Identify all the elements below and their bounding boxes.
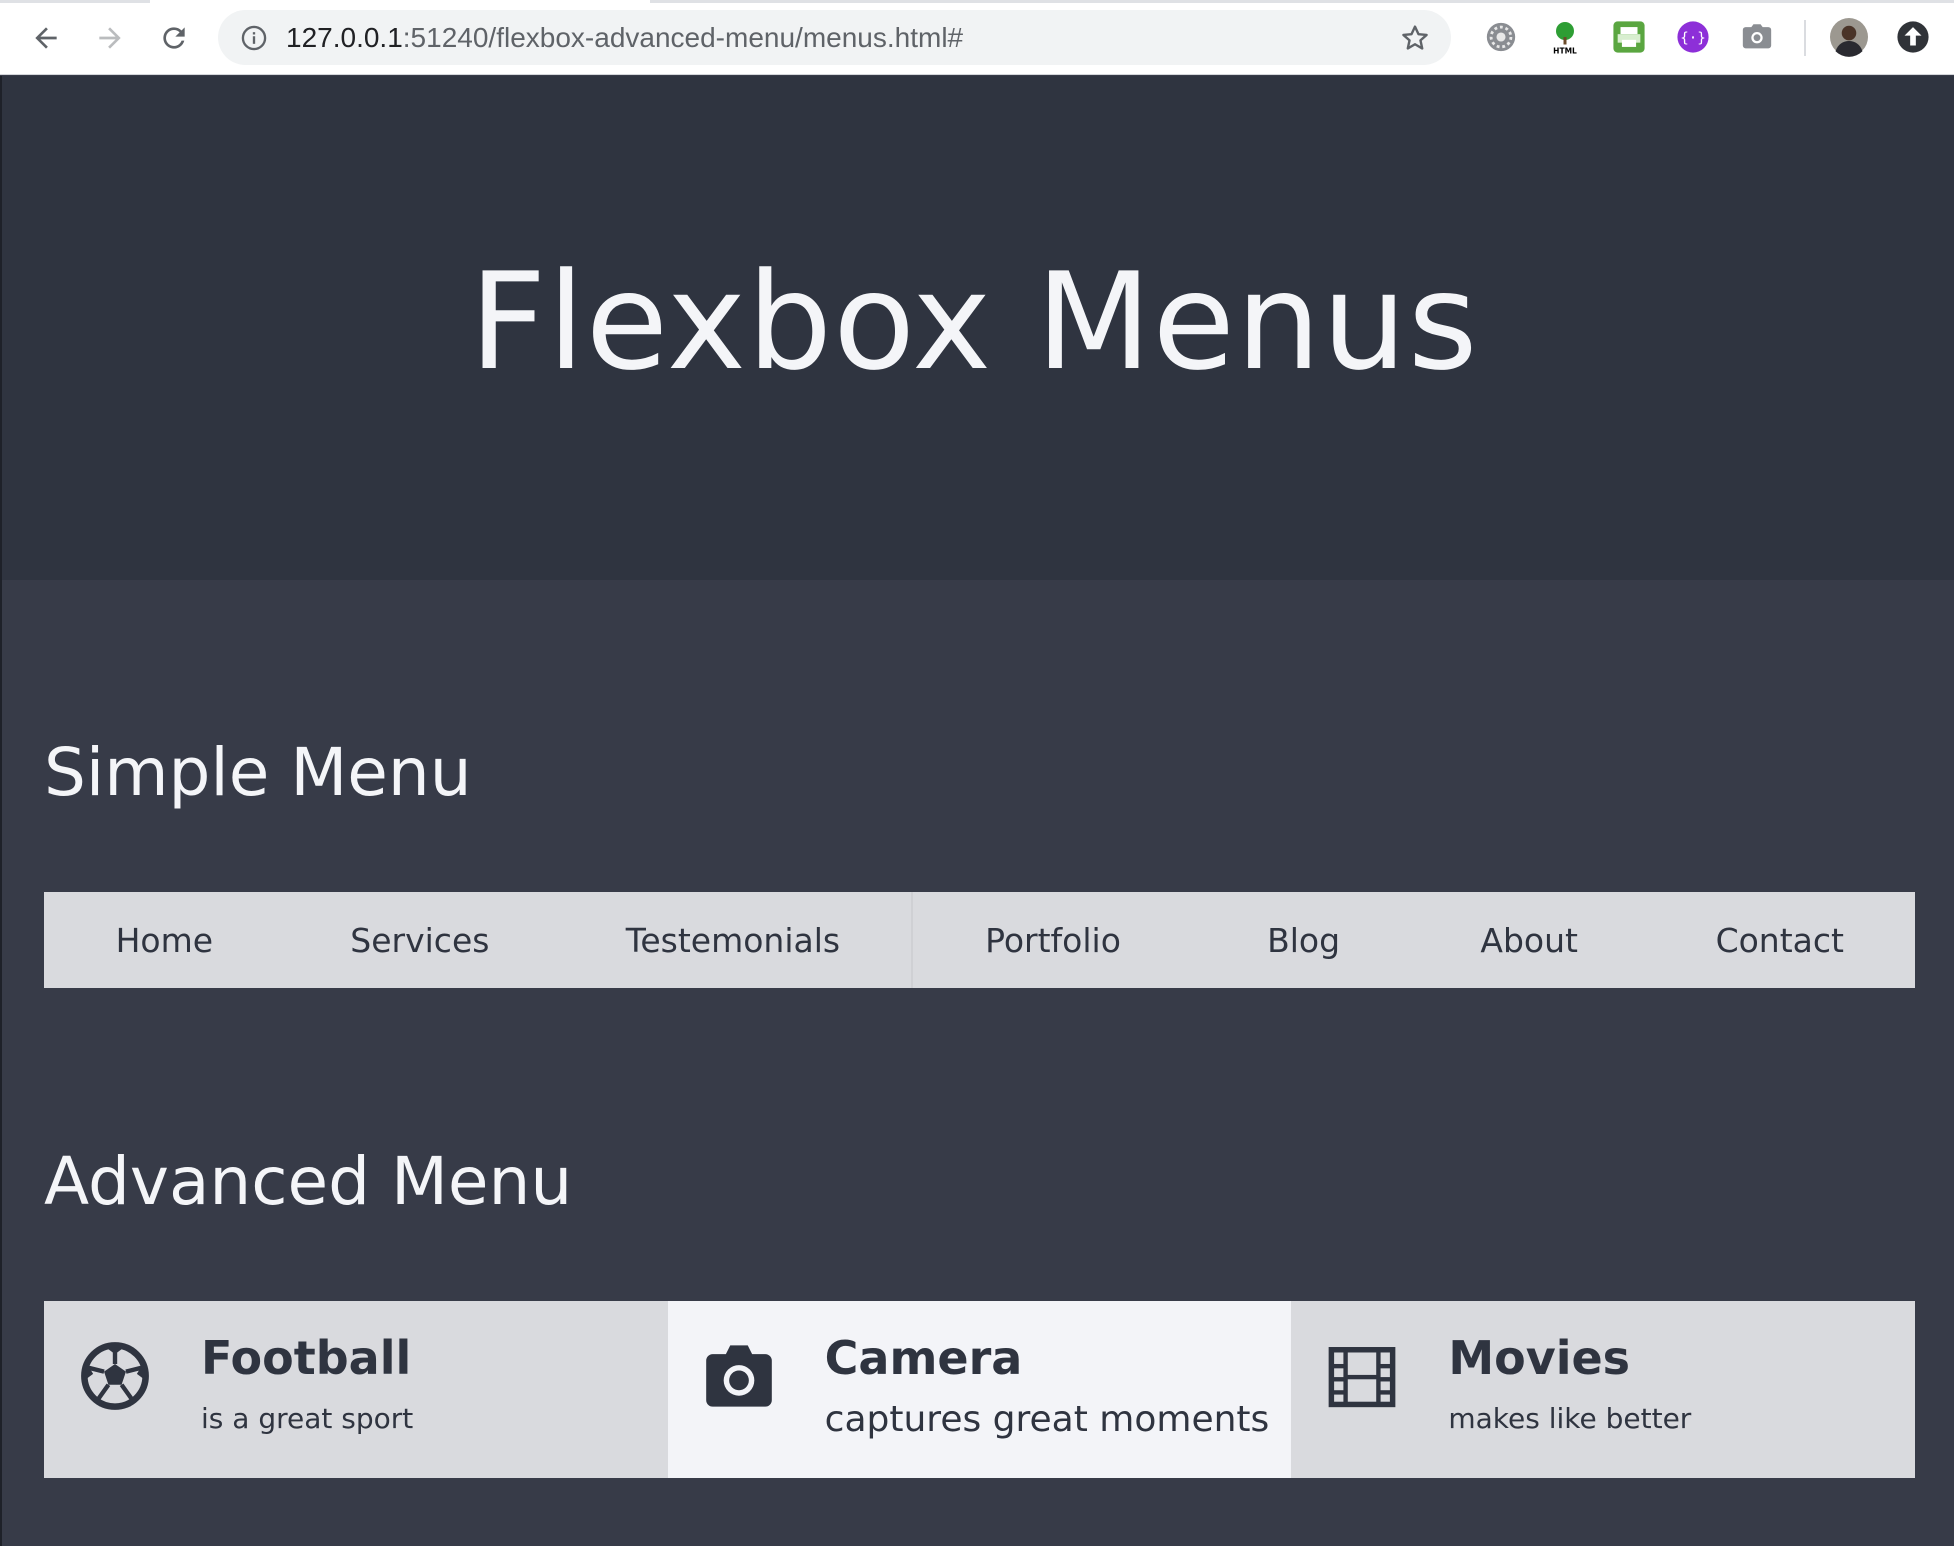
advanced-menu-item-title: Camera (824, 1331, 1023, 1385)
svg-text:{·}: {·} (1680, 31, 1706, 47)
update-arrow-icon[interactable] (1894, 18, 1932, 56)
advanced-menu-item-subtitle: is a great sport (201, 1402, 414, 1435)
reload-button[interactable] (154, 18, 194, 58)
bookmark-star-icon[interactable] (1399, 22, 1431, 54)
back-button[interactable] (26, 18, 66, 58)
simple-menu-item-home[interactable]: Home (44, 892, 285, 988)
svg-text:HTML: HTML (1553, 47, 1577, 56)
simple-menu-item-about[interactable]: About (1414, 892, 1645, 988)
hero-banner: Flexbox Menus (2, 76, 1954, 580)
simple-menu-item-portfolio[interactable]: Portfolio (913, 892, 1194, 988)
url-path: :51240/flexbox-advanced-menu/menus.html# (402, 22, 964, 53)
url-host: 127.0.0.1 (286, 22, 403, 53)
settings-gear-icon[interactable] (1482, 18, 1520, 56)
simple-menu: Home Services Testemonials Portfolio Blo… (44, 892, 1915, 988)
camera-icon (705, 1345, 772, 1407)
advanced-menu-item-football[interactable]: Football is a great sport (44, 1301, 668, 1478)
tab-strip-edge (0, 0, 1954, 3)
print-icon[interactable] (1610, 18, 1648, 56)
simple-menu-item-blog[interactable]: Blog (1193, 892, 1414, 988)
film-icon (1328, 1347, 1396, 1408)
advanced-menu-heading: Advanced Menu (44, 1143, 573, 1220)
simple-menu-item-services[interactable]: Services (285, 892, 556, 988)
toolbar-separator (1804, 20, 1806, 56)
advanced-menu-item-title: Football (201, 1331, 412, 1385)
url-text: 127.0.0.1:51240/flexbox-advanced-menu/me… (286, 10, 963, 65)
code-icon[interactable]: {·} (1674, 18, 1712, 56)
simple-menu-heading: Simple Menu (44, 734, 472, 811)
advanced-menu-item-camera[interactable]: Camera captures great moments (667, 1301, 1292, 1478)
arrow-right-icon (99, 27, 121, 49)
forward-button[interactable] (90, 18, 130, 58)
address-bar[interactable]: 127.0.0.1:51240/flexbox-advanced-menu/me… (218, 10, 1451, 65)
advanced-menu-item-title: Movies (1448, 1331, 1631, 1385)
advanced-menu-item-movies[interactable]: Movies makes like better (1291, 1301, 1916, 1478)
camera-extension-icon[interactable] (1738, 18, 1776, 56)
advanced-menu: Football is a great sport Camera capture… (44, 1301, 1916, 1478)
html-tree-icon[interactable]: HTML (1546, 18, 1584, 56)
info-icon[interactable] (240, 24, 268, 52)
simple-menu-item-contact[interactable]: Contact (1644, 892, 1915, 988)
arrow-left-icon (35, 27, 57, 49)
reload-icon (163, 27, 185, 49)
browser-toolbar: 127.0.0.1:51240/flexbox-advanced-menu/me… (0, 0, 1954, 75)
profile-avatar[interactable] (1830, 18, 1868, 57)
advanced-menu-item-subtitle: captures great moments (824, 1399, 1270, 1440)
simple-menu-item-testemonials[interactable]: Testemonials (555, 892, 911, 988)
soccer-ball-icon (81, 1342, 149, 1410)
page-title: Flexbox Menus (469, 244, 1479, 400)
advanced-menu-item-subtitle: makes like better (1448, 1402, 1692, 1435)
